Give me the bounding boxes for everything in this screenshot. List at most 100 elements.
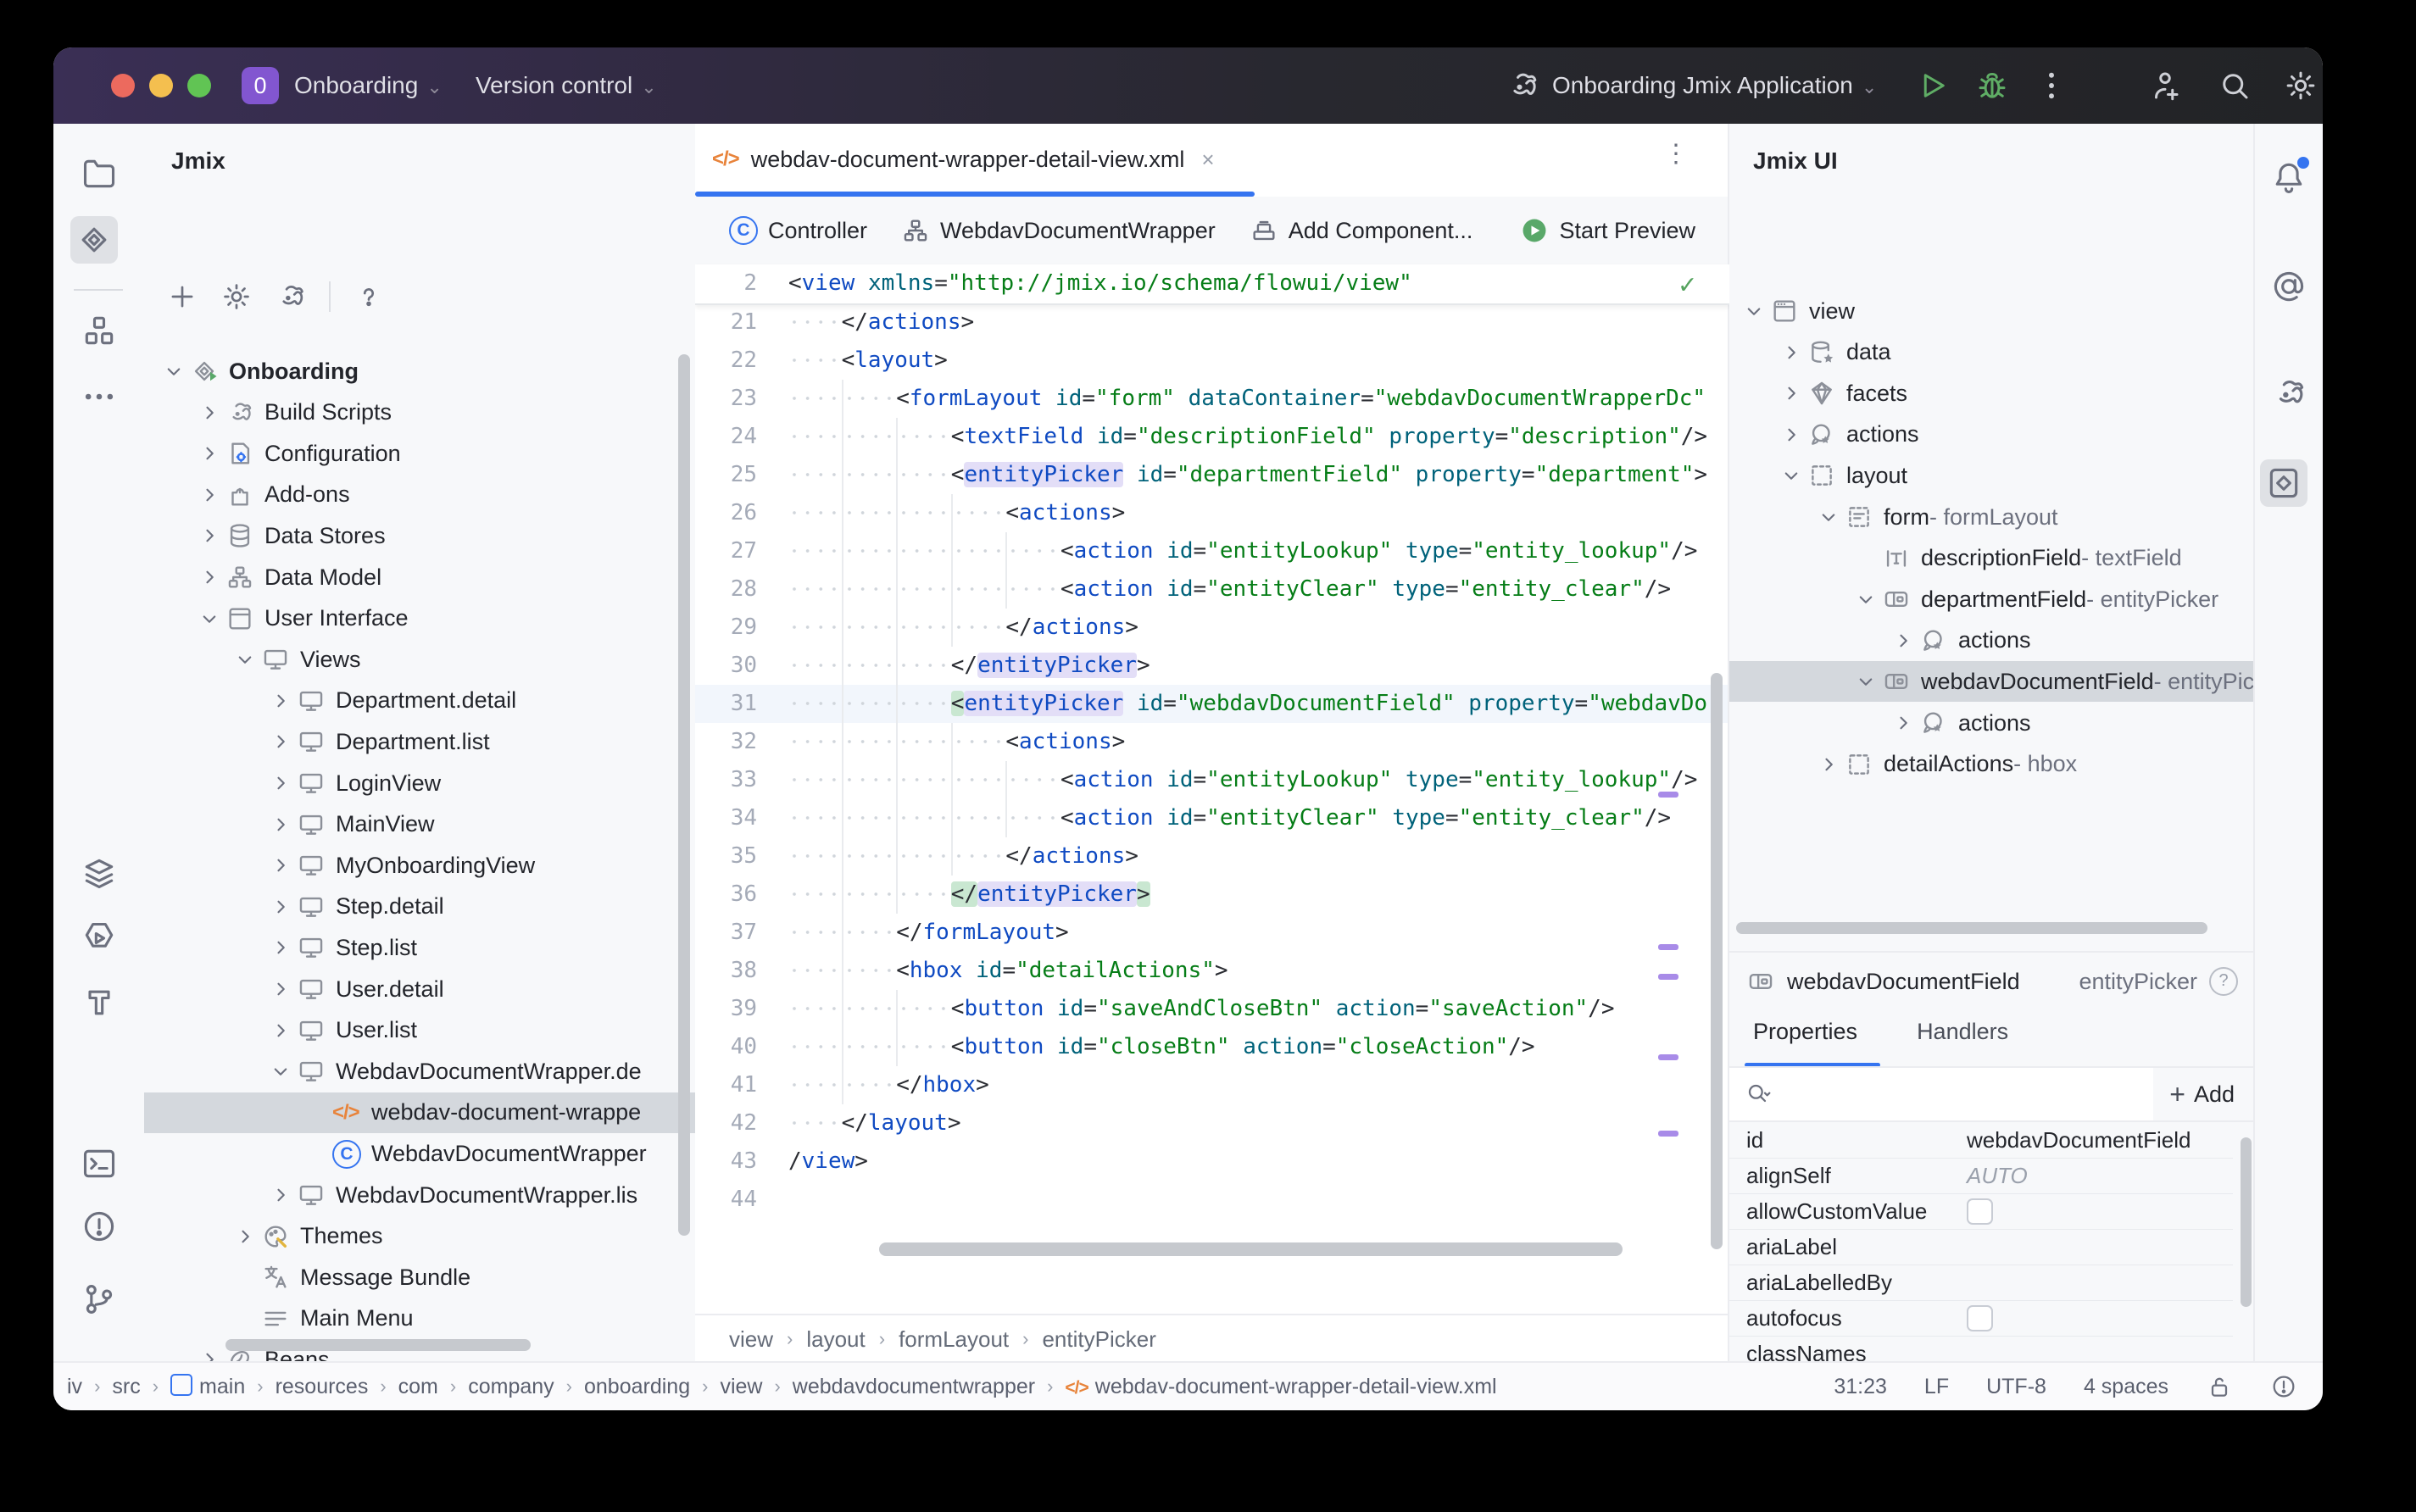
chevron-collapsed-icon[interactable]	[1779, 381, 1804, 406]
chevron-expanded-icon[interactable]	[1853, 586, 1879, 612]
code-line-21[interactable]: 21</actions>	[695, 303, 1729, 342]
chevron-collapsed-icon[interactable]	[1890, 628, 1916, 653]
code-line-39[interactable]: 39<button id="saveAndCloseBtn" action="s…	[695, 990, 1729, 1028]
property-search-input[interactable]	[1729, 1068, 2153, 1120]
code-line-40[interactable]: 40<button id="closeBtn" action="closeAct…	[695, 1028, 1729, 1066]
run-hexagon-icon[interactable]	[81, 920, 118, 957]
breadcrumb-layout[interactable]: layout	[806, 1326, 865, 1353]
project-item-themes[interactable]: Themes	[144, 1216, 695, 1257]
code-line-22[interactable]: 22<layout>	[695, 342, 1729, 380]
tab-properties[interactable]: Properties	[1753, 1019, 1857, 1045]
chevron-expanded-icon[interactable]	[1779, 463, 1804, 488]
path-crumb-view[interactable]: view	[720, 1375, 762, 1399]
breadcrumb-entityPicker[interactable]: entityPicker	[1042, 1326, 1155, 1353]
chevron-expanded-icon[interactable]	[268, 1059, 293, 1084]
git-branch-icon[interactable]	[81, 1281, 118, 1318]
project-item-myonboardingview[interactable]: MyOnboardingView	[144, 845, 695, 886]
gradle-icon[interactable]	[2270, 375, 2307, 412]
chevron-collapsed-icon[interactable]	[197, 400, 222, 425]
project-item-webdav-document-wrappe[interactable]: </>webdav-document-wrappe	[144, 1092, 695, 1133]
terminal-icon[interactable]	[81, 1145, 118, 1182]
chevron-expanded-icon[interactable]	[232, 647, 258, 672]
code-line-32[interactable]: 32<actions>	[695, 723, 1729, 761]
code-line-36[interactable]: 36</entityPicker>	[695, 876, 1729, 914]
path-crumb-src[interactable]: src	[112, 1375, 140, 1399]
chevron-collapsed-icon[interactable]	[197, 482, 222, 508]
help-icon[interactable]: ?	[2209, 967, 2238, 996]
project-item-user-interface[interactable]: User Interface	[144, 598, 695, 639]
add-component-button[interactable]: Add Component...	[1250, 216, 1473, 245]
chevron-expanded-icon[interactable]	[161, 359, 186, 384]
chevron-collapsed-icon[interactable]	[268, 770, 293, 796]
code-editor[interactable]: 21</actions>22<layout>23<formLayout id="…	[695, 303, 1729, 1268]
code-line-23[interactable]: 23<formLayout id="form" dataContainer="w…	[695, 380, 1729, 418]
chevron-expanded-icon[interactable]	[1853, 669, 1879, 694]
property-row-ariaLabelledBy[interactable]: ariaLabelledBy	[1729, 1265, 2233, 1301]
wrapper-entity-button[interactable]: WebdavDocumentWrapper	[901, 216, 1216, 245]
project-item-configuration[interactable]: Configuration	[144, 433, 695, 474]
project-item-webdavdocumentwrapper-de[interactable]: WebdavDocumentWrapper.de	[144, 1051, 695, 1092]
services-layers-icon[interactable]	[81, 854, 118, 892]
path-crumb-resources[interactable]: resources	[276, 1375, 369, 1399]
jmix-ui-tool-icon[interactable]	[2260, 459, 2307, 507]
search-icon[interactable]	[2217, 68, 2252, 103]
project-item-department-detail[interactable]: Department.detail	[144, 681, 695, 721]
chevron-collapsed-icon[interactable]	[1779, 340, 1804, 365]
property-row-allowCustomValue[interactable]: allowCustomValue	[1729, 1193, 2233, 1230]
chevron-expanded-icon[interactable]	[197, 606, 222, 631]
code-line-30[interactable]: 30</entityPicker>	[695, 647, 1729, 685]
add-property-button[interactable]: +Add	[2169, 1068, 2235, 1120]
code-line-42[interactable]: 42</layout>	[695, 1104, 1729, 1142]
close-icon[interactable]: ×	[1201, 147, 1214, 173]
chevron-collapsed-icon[interactable]	[268, 812, 293, 837]
jmixui-item-layout[interactable]: layout	[1729, 455, 2255, 496]
plus-icon[interactable]	[166, 281, 198, 313]
chevron-collapsed-icon[interactable]	[268, 976, 293, 1002]
project-item-data-stores[interactable]: Data Stores	[144, 515, 695, 556]
code-line-24[interactable]: 24<textField id="descriptionField" prope…	[695, 418, 1729, 456]
property-row-alignSelf[interactable]: alignSelfAUTO	[1729, 1158, 2233, 1194]
settings-gear-icon[interactable]	[2283, 68, 2319, 103]
chevron-collapsed-icon[interactable]	[197, 523, 222, 548]
project-item-mainview[interactable]: MainView	[144, 804, 695, 845]
path-crumb-webdavdocumentwrapper[interactable]: webdavdocumentwrapper	[793, 1375, 1035, 1399]
property-value[interactable]: webdavDocumentField	[1967, 1127, 2191, 1153]
chevron-collapsed-icon[interactable]	[268, 1018, 293, 1043]
jmixui-item-view[interactable]: view	[1729, 291, 2255, 331]
project-item-views[interactable]: Views	[144, 639, 695, 680]
project-item-main-menu[interactable]: Main Menu	[144, 1298, 695, 1339]
problems-icon[interactable]	[81, 1208, 118, 1245]
property-value[interactable]: AUTO	[1967, 1163, 2028, 1189]
code-line-31[interactable]: 31<entityPicker id="webdavDocumentField"…	[695, 685, 1729, 723]
tab-options-kebab-icon[interactable]: ⋮	[1663, 139, 1690, 169]
chevron-collapsed-icon[interactable]	[1779, 422, 1804, 447]
editor-area[interactable]: </> webdav-document-wrapper-detail-view.…	[695, 124, 1729, 1363]
structure-icon[interactable]	[81, 312, 118, 349]
path-crumb-onboarding[interactable]: onboarding	[584, 1375, 690, 1399]
controller-button[interactable]: C Controller	[729, 216, 867, 245]
project-item-step-detail[interactable]: Step.detail	[144, 887, 695, 927]
project-vertical-scrollbar[interactable]	[678, 354, 690, 1236]
vcs-widget[interactable]: Version control⌄	[476, 47, 657, 124]
jmix-tool-icon[interactable]	[70, 216, 118, 264]
gear-icon[interactable]	[220, 281, 253, 313]
status-widget-31-23[interactable]: 31:23	[1834, 1375, 1887, 1399]
debug-icon[interactable]	[1974, 68, 2010, 103]
jmixui-item-actions[interactable]: actions	[1729, 620, 2255, 661]
code-line-41[interactable]: 41</hbox>	[695, 1066, 1729, 1104]
jmixui-item-facets[interactable]: facets	[1729, 373, 2255, 414]
more-ellipsis-icon[interactable]	[81, 378, 118, 415]
checkbox[interactable]	[1967, 1305, 1993, 1331]
inspections-widget-icon[interactable]	[2270, 1373, 2297, 1400]
project-item-department-list[interactable]: Department.list	[144, 721, 695, 762]
code-line-38[interactable]: 38<hbox id="detailActions">	[695, 952, 1729, 990]
chevron-collapsed-icon[interactable]	[268, 894, 293, 920]
jmixui-item-form[interactable]: form - formLayout	[1729, 497, 2255, 537]
code-line-35[interactable]: 35</actions>	[695, 837, 1729, 876]
jmixui-item-descriptionfield[interactable]: descriptionField - textField	[1729, 538, 2255, 579]
chevron-collapsed-icon[interactable]	[197, 564, 222, 590]
code-line-28[interactable]: 28<action id="entityClear" type="entity_…	[695, 570, 1729, 609]
property-row-ariaLabel[interactable]: ariaLabel	[1729, 1229, 2233, 1265]
minimize-window-button[interactable]	[149, 74, 173, 97]
chevron-collapsed-icon[interactable]	[268, 853, 293, 878]
